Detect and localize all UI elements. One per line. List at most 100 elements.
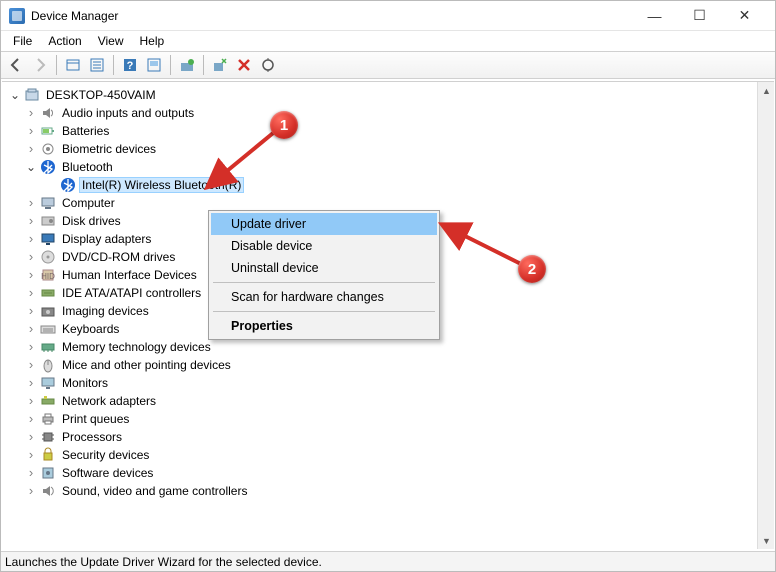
uninstall-icon: [212, 57, 228, 73]
tree-node-label: Disk drives: [60, 214, 123, 228]
toolbar: ?: [1, 51, 775, 79]
tree-node[interactable]: Print queues: [2, 410, 757, 428]
tree-toggle-icon[interactable]: [24, 306, 38, 316]
device-prop-button[interactable]: [143, 54, 165, 76]
tree-toggle-icon[interactable]: [24, 378, 38, 388]
scroll-up-button[interactable]: ▲: [758, 82, 774, 99]
bluetooth-icon: [40, 159, 56, 175]
status-text: Launches the Update Driver Wizard for th…: [5, 555, 322, 569]
tree-node[interactable]: Network adapters: [2, 392, 757, 410]
tree-node[interactable]: Biometric devices: [2, 140, 757, 158]
tree-node-label: Audio inputs and outputs: [60, 106, 196, 120]
tree-node-label: DESKTOP-450VAIM: [44, 88, 158, 102]
help-button[interactable]: ?: [119, 54, 141, 76]
tree-node[interactable]: Bluetooth: [2, 158, 757, 176]
tree-node[interactable]: Batteries: [2, 122, 757, 140]
menu-help[interactable]: Help: [134, 34, 171, 48]
titlebar: Device Manager — ☐ ✕: [1, 1, 775, 31]
context-menu-item[interactable]: Properties: [211, 315, 437, 337]
properties-button[interactable]: [86, 54, 108, 76]
tree-node-label: Biometric devices: [60, 142, 158, 156]
menu-view[interactable]: View: [92, 34, 130, 48]
tree-node[interactable]: DESKTOP-450VAIM: [2, 86, 757, 104]
tree-toggle-icon[interactable]: [24, 108, 38, 118]
network-icon: [40, 393, 56, 409]
tree-toggle-icon[interactable]: [24, 216, 38, 226]
device-prop-icon: [146, 57, 162, 73]
status-bar: Launches the Update Driver Wizard for th…: [1, 551, 775, 571]
audio-icon: [40, 105, 56, 121]
toolbar-separator: [113, 55, 114, 75]
tree-node-label: DVD/CD-ROM drives: [60, 250, 177, 264]
context-menu-item[interactable]: Disable device: [211, 235, 437, 257]
minimize-button[interactable]: —: [632, 1, 677, 30]
tree-toggle-icon[interactable]: [24, 126, 38, 136]
menu-file[interactable]: File: [7, 34, 38, 48]
tree-node-label: Print queues: [60, 412, 131, 426]
display-icon: [40, 231, 56, 247]
scan-hardware-icon: [260, 57, 276, 73]
tree-toggle-icon[interactable]: [24, 450, 38, 460]
close-button[interactable]: ✕: [722, 1, 767, 30]
tree-toggle-icon[interactable]: [8, 90, 22, 100]
tree-node[interactable]: Audio inputs and outputs: [2, 104, 757, 122]
tree-toggle-icon[interactable]: [24, 144, 38, 154]
tree-toggle-icon[interactable]: [24, 252, 38, 262]
keyboard-icon: [40, 321, 56, 337]
tree-toggle-icon[interactable]: [24, 432, 38, 442]
imaging-icon: [40, 303, 56, 319]
tree-node[interactable]: Intel(R) Wireless Bluetooth(R): [2, 176, 757, 194]
tree-node-label: Sound, video and game controllers: [60, 484, 249, 498]
menubar: File Action View Help: [1, 31, 775, 51]
context-menu-item[interactable]: Scan for hardware changes: [211, 286, 437, 308]
tree-toggle-icon[interactable]: [24, 324, 38, 334]
tree-toggle-icon[interactable]: [24, 288, 38, 298]
context-menu-item[interactable]: Update driver: [211, 213, 437, 235]
tree-toggle-icon[interactable]: [24, 396, 38, 406]
vertical-scrollbar[interactable]: ▲ ▼: [757, 82, 774, 549]
uninstall-button[interactable]: [209, 54, 231, 76]
tree-node[interactable]: Memory technology devices: [2, 338, 757, 356]
tree-toggle-icon[interactable]: [24, 414, 38, 424]
tree-toggle-icon[interactable]: [24, 162, 38, 172]
sound-icon: [40, 483, 56, 499]
menu-action[interactable]: Action: [42, 34, 87, 48]
annotation-badge-1: 1: [270, 111, 298, 139]
tree-node-label: Intel(R) Wireless Bluetooth(R): [80, 178, 243, 192]
tree-toggle-icon[interactable]: [24, 234, 38, 244]
remove-button[interactable]: [233, 54, 255, 76]
tree-node-label: Security devices: [60, 448, 151, 462]
tree-node[interactable]: Security devices: [2, 446, 757, 464]
maximize-button[interactable]: ☐: [677, 1, 722, 30]
tree-node[interactable]: Processors: [2, 428, 757, 446]
nav-back-button[interactable]: [5, 54, 27, 76]
tree-node[interactable]: Mice and other pointing devices: [2, 356, 757, 374]
tree-toggle-icon[interactable]: [24, 198, 38, 208]
context-menu-item[interactable]: Uninstall device: [211, 257, 437, 279]
tree-node[interactable]: Monitors: [2, 374, 757, 392]
ide-icon: [40, 285, 56, 301]
update-driver-button[interactable]: [176, 54, 198, 76]
tree-node[interactable]: Software devices: [2, 464, 757, 482]
tree-toggle-icon[interactable]: [24, 342, 38, 352]
tree-toggle-icon[interactable]: [24, 468, 38, 478]
tree-toggle-icon[interactable]: [24, 486, 38, 496]
toolbar-separator: [56, 55, 57, 75]
tree-view[interactable]: DESKTOP-450VAIM Audio inputs and outputs B…: [2, 81, 774, 549]
memory-icon: [40, 339, 56, 355]
tree-toggle-icon[interactable]: [24, 360, 38, 370]
tree-toggle-icon[interactable]: [24, 270, 38, 280]
tree-node-label: Keyboards: [60, 322, 121, 336]
nav-forward-button[interactable]: [29, 54, 51, 76]
annotation-badge-2: 2: [518, 255, 546, 283]
cpu-icon: [40, 429, 56, 445]
show-hidden-button[interactable]: [62, 54, 84, 76]
context-menu-separator: [213, 311, 435, 312]
software-icon: [40, 465, 56, 481]
tree-node-label: Memory technology devices: [60, 340, 213, 354]
toolbar-separator: [203, 55, 204, 75]
tree-node[interactable]: Sound, video and game controllers: [2, 482, 757, 500]
scan-hardware-button[interactable]: [257, 54, 279, 76]
scroll-down-button[interactable]: ▼: [758, 532, 774, 549]
printer-icon: [40, 411, 56, 427]
